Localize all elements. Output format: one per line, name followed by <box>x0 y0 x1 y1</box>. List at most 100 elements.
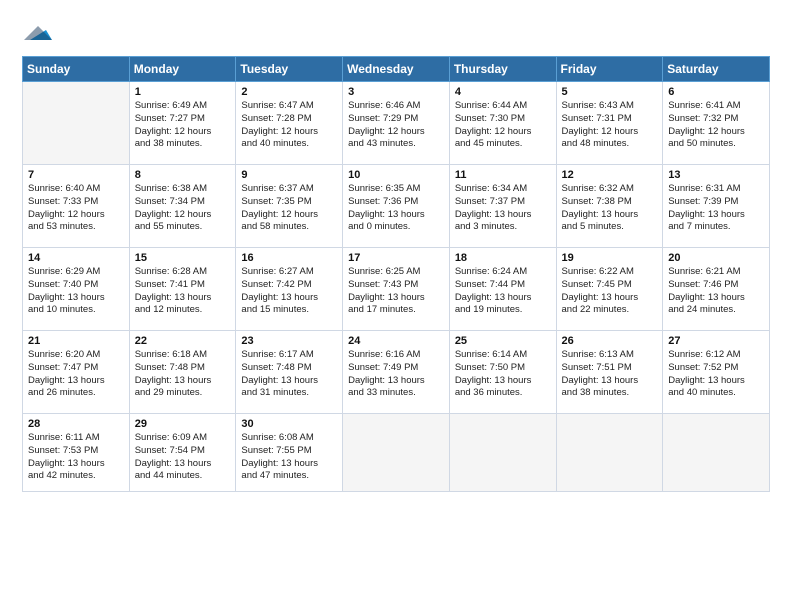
day-cell-2: 2Sunrise: 6:47 AMSunset: 7:28 PMDaylight… <box>236 82 343 165</box>
cell-text: Sunrise: 6:35 AM <box>348 183 444 196</box>
day-cell-12: 12Sunrise: 6:32 AMSunset: 7:38 PMDayligh… <box>556 165 663 248</box>
logo-icon <box>24 18 52 46</box>
day-number: 12 <box>562 169 658 181</box>
cell-text: Daylight: 12 hours <box>241 126 337 139</box>
cell-text: and 3 minutes. <box>455 221 551 234</box>
day-number: 21 <box>28 335 124 347</box>
cell-text: Sunset: 7:31 PM <box>562 113 658 126</box>
cell-text: Sunrise: 6:08 AM <box>241 432 337 445</box>
cell-text: Sunset: 7:52 PM <box>668 362 764 375</box>
cell-text: and 5 minutes. <box>562 221 658 234</box>
calendar-table: SundayMondayTuesdayWednesdayThursdayFrid… <box>22 56 770 492</box>
cell-text: Daylight: 13 hours <box>668 375 764 388</box>
weekday-header-wednesday: Wednesday <box>343 57 450 82</box>
empty-cell <box>663 414 770 492</box>
cell-text: Sunset: 7:36 PM <box>348 196 444 209</box>
cell-text: and 50 minutes. <box>668 138 764 151</box>
day-number: 24 <box>348 335 444 347</box>
cell-text: Sunset: 7:30 PM <box>455 113 551 126</box>
cell-text: Sunrise: 6:41 AM <box>668 100 764 113</box>
cell-text: Daylight: 13 hours <box>562 209 658 222</box>
day-cell-23: 23Sunrise: 6:17 AMSunset: 7:48 PMDayligh… <box>236 331 343 414</box>
header-row: SundayMondayTuesdayWednesdayThursdayFrid… <box>23 57 770 82</box>
day-number: 19 <box>562 252 658 264</box>
cell-text: Sunset: 7:42 PM <box>241 279 337 292</box>
cell-text: Sunrise: 6:43 AM <box>562 100 658 113</box>
cell-text: and 40 minutes. <box>241 138 337 151</box>
page-header <box>22 18 770 46</box>
cell-text: Daylight: 13 hours <box>135 458 231 471</box>
cell-text: and 7 minutes. <box>668 221 764 234</box>
week-row-3: 14Sunrise: 6:29 AMSunset: 7:40 PMDayligh… <box>23 248 770 331</box>
cell-text: Daylight: 13 hours <box>28 375 124 388</box>
day-cell-25: 25Sunrise: 6:14 AMSunset: 7:50 PMDayligh… <box>449 331 556 414</box>
day-cell-6: 6Sunrise: 6:41 AMSunset: 7:32 PMDaylight… <box>663 82 770 165</box>
cell-text: and 17 minutes. <box>348 304 444 317</box>
day-number: 18 <box>455 252 551 264</box>
day-number: 29 <box>135 418 231 430</box>
calendar-page: SundayMondayTuesdayWednesdayThursdayFrid… <box>0 0 792 612</box>
cell-text: Daylight: 13 hours <box>562 375 658 388</box>
day-number: 23 <box>241 335 337 347</box>
cell-text: Sunrise: 6:27 AM <box>241 266 337 279</box>
cell-text: Sunrise: 6:46 AM <box>348 100 444 113</box>
day-number: 5 <box>562 86 658 98</box>
cell-text: Sunset: 7:47 PM <box>28 362 124 375</box>
cell-text: and 42 minutes. <box>28 470 124 483</box>
day-number: 25 <box>455 335 551 347</box>
day-number: 15 <box>135 252 231 264</box>
cell-text: Sunset: 7:37 PM <box>455 196 551 209</box>
cell-text: Sunrise: 6:47 AM <box>241 100 337 113</box>
cell-text: Sunrise: 6:37 AM <box>241 183 337 196</box>
day-cell-7: 7Sunrise: 6:40 AMSunset: 7:33 PMDaylight… <box>23 165 130 248</box>
cell-text: Daylight: 13 hours <box>455 209 551 222</box>
empty-cell <box>449 414 556 492</box>
cell-text: Daylight: 12 hours <box>668 126 764 139</box>
cell-text: and 45 minutes. <box>455 138 551 151</box>
day-cell-22: 22Sunrise: 6:18 AMSunset: 7:48 PMDayligh… <box>129 331 236 414</box>
day-cell-26: 26Sunrise: 6:13 AMSunset: 7:51 PMDayligh… <box>556 331 663 414</box>
day-number: 3 <box>348 86 444 98</box>
day-cell-15: 15Sunrise: 6:28 AMSunset: 7:41 PMDayligh… <box>129 248 236 331</box>
cell-text: Sunset: 7:51 PM <box>562 362 658 375</box>
day-number: 16 <box>241 252 337 264</box>
cell-text: Sunrise: 6:13 AM <box>562 349 658 362</box>
day-number: 30 <box>241 418 337 430</box>
cell-text: Daylight: 13 hours <box>241 292 337 305</box>
day-number: 7 <box>28 169 124 181</box>
day-cell-17: 17Sunrise: 6:25 AMSunset: 7:43 PMDayligh… <box>343 248 450 331</box>
weekday-header-monday: Monday <box>129 57 236 82</box>
cell-text: Daylight: 13 hours <box>348 375 444 388</box>
day-cell-14: 14Sunrise: 6:29 AMSunset: 7:40 PMDayligh… <box>23 248 130 331</box>
cell-text: and 53 minutes. <box>28 221 124 234</box>
cell-text: Daylight: 13 hours <box>135 292 231 305</box>
day-number: 2 <box>241 86 337 98</box>
cell-text: Sunrise: 6:21 AM <box>668 266 764 279</box>
cell-text: and 10 minutes. <box>28 304 124 317</box>
day-number: 28 <box>28 418 124 430</box>
day-number: 9 <box>241 169 337 181</box>
cell-text: Daylight: 13 hours <box>562 292 658 305</box>
cell-text: Daylight: 13 hours <box>241 375 337 388</box>
cell-text: Daylight: 13 hours <box>455 292 551 305</box>
cell-text: Sunrise: 6:22 AM <box>562 266 658 279</box>
cell-text: Sunrise: 6:12 AM <box>668 349 764 362</box>
day-number: 22 <box>135 335 231 347</box>
cell-text: and 22 minutes. <box>562 304 658 317</box>
day-number: 13 <box>668 169 764 181</box>
empty-cell <box>343 414 450 492</box>
cell-text: Sunset: 7:38 PM <box>562 196 658 209</box>
week-row-1: 1Sunrise: 6:49 AMSunset: 7:27 PMDaylight… <box>23 82 770 165</box>
cell-text: Daylight: 13 hours <box>348 209 444 222</box>
day-number: 10 <box>348 169 444 181</box>
day-cell-21: 21Sunrise: 6:20 AMSunset: 7:47 PMDayligh… <box>23 331 130 414</box>
cell-text: Sunrise: 6:28 AM <box>135 266 231 279</box>
day-number: 1 <box>135 86 231 98</box>
cell-text: Daylight: 13 hours <box>28 292 124 305</box>
day-cell-28: 28Sunrise: 6:11 AMSunset: 7:53 PMDayligh… <box>23 414 130 492</box>
cell-text: and 55 minutes. <box>135 221 231 234</box>
day-cell-13: 13Sunrise: 6:31 AMSunset: 7:39 PMDayligh… <box>663 165 770 248</box>
cell-text: Sunset: 7:50 PM <box>455 362 551 375</box>
day-number: 27 <box>668 335 764 347</box>
cell-text: Sunset: 7:45 PM <box>562 279 658 292</box>
